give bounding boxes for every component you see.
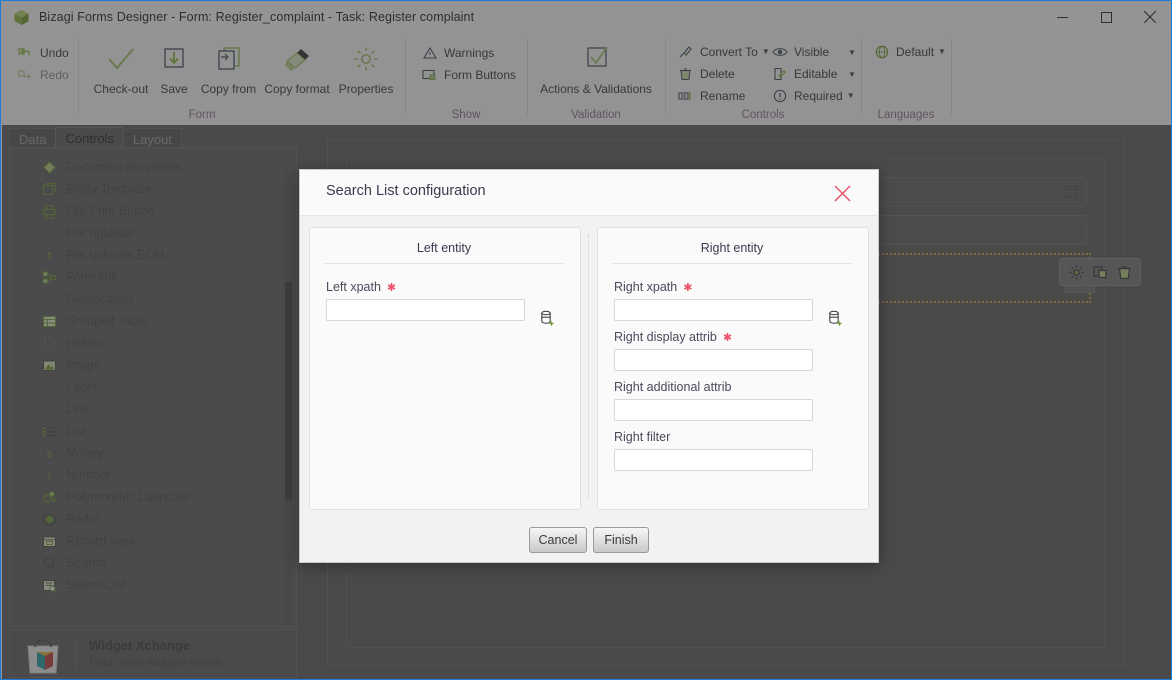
cancel-button[interactable]: Cancel bbox=[529, 527, 587, 553]
right-additional-attrib-field-group: Right additional attrib bbox=[614, 380, 813, 421]
right-additional-attrib-label: Right additional attrib bbox=[614, 380, 732, 394]
right-filter-field-group: Right filter bbox=[614, 430, 813, 471]
right-xpath-field-group: Right xpath ✱ bbox=[614, 280, 813, 321]
application-window: Bizagi Forms Designer - Form: Register_c… bbox=[0, 0, 1172, 680]
database-add-icon[interactable] bbox=[826, 308, 844, 328]
right-display-attrib-label: Right display attrib ✱ bbox=[614, 330, 733, 344]
required-asterisk: ✱ bbox=[683, 282, 693, 294]
left-xpath-field-group: Left xpath ✱ bbox=[326, 280, 525, 321]
search-list-configuration-dialog: Search List configuration Left entity Le… bbox=[299, 169, 879, 563]
right-display-attrib-input[interactable] bbox=[614, 349, 813, 371]
right-entity-panel: Right entity Right xpath ✱ Right display … bbox=[597, 227, 869, 510]
right-additional-attrib-input[interactable] bbox=[614, 399, 813, 421]
dialog-header: Search List configuration bbox=[300, 170, 878, 216]
dialog-title: Search List configuration bbox=[326, 183, 486, 199]
left-entity-header: Left entity bbox=[324, 239, 564, 264]
required-asterisk: ✱ bbox=[722, 332, 733, 344]
database-add-icon[interactable] bbox=[538, 308, 556, 328]
left-xpath-label: Left xpath ✱ bbox=[326, 280, 397, 294]
close-icon[interactable] bbox=[830, 181, 854, 205]
dialog-body: Left entity Left xpath ✱ Right entity Rig… bbox=[300, 215, 878, 518]
dialog-footer: Cancel Finish bbox=[300, 518, 878, 562]
right-display-attrib-field-group: Right display attrib ✱ bbox=[614, 330, 813, 371]
right-xpath-input[interactable] bbox=[614, 299, 813, 321]
right-filter-label: Right filter bbox=[614, 430, 671, 444]
left-xpath-input[interactable] bbox=[326, 299, 525, 321]
required-asterisk: ✱ bbox=[386, 282, 397, 294]
finish-button[interactable]: Finish bbox=[593, 527, 649, 553]
right-xpath-label: Right xpath ✱ bbox=[614, 280, 693, 294]
right-filter-input[interactable] bbox=[614, 449, 813, 471]
left-entity-panel: Left entity Left xpath ✱ bbox=[309, 227, 581, 510]
panel-divider bbox=[588, 235, 590, 497]
right-entity-header: Right entity bbox=[612, 239, 852, 264]
